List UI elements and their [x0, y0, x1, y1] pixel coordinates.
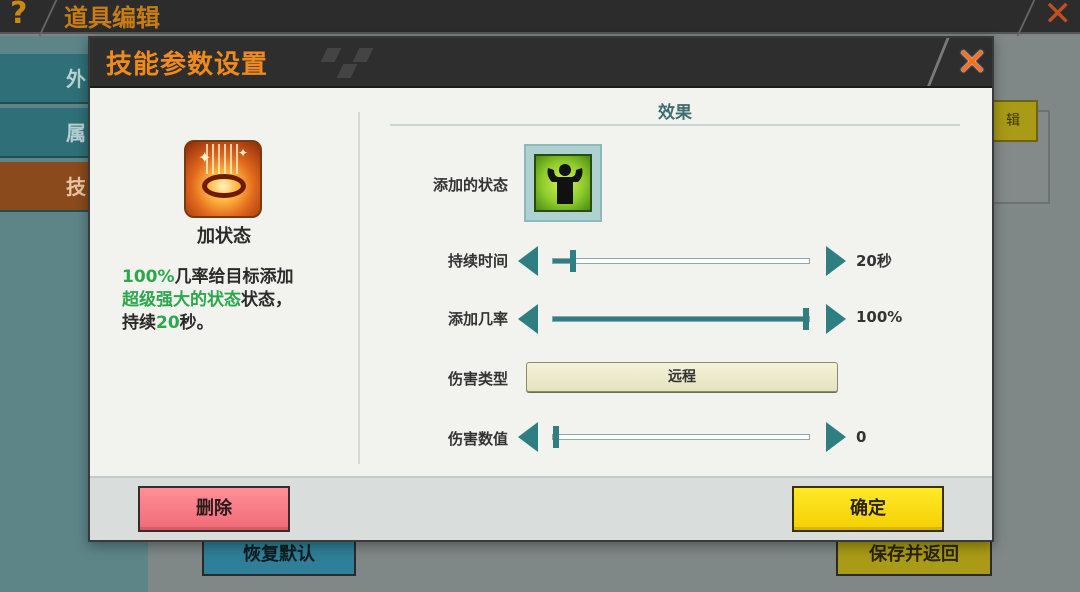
desc-text: 状态， — [241, 290, 292, 310]
desc-text: 持续 — [122, 313, 156, 333]
sidebar-tab-attributes[interactable]: 属 — [0, 108, 100, 158]
damage-value-increase-button[interactable] — [826, 422, 846, 452]
dialog-footer: 删除 确定 — [90, 476, 992, 540]
desc-status: 超级强大的状态 — [122, 290, 241, 310]
desc-text: 几率给目标添加 — [174, 267, 294, 287]
question-icon[interactable]: ? — [10, 0, 27, 31]
sparkle-icon: ✦ — [238, 146, 249, 160]
duration-value: 20秒 — [856, 252, 892, 270]
header-divider — [1014, 0, 1036, 40]
damage-type-label: 伤害类型 — [447, 370, 508, 388]
effect-section: 效果 添加的状态 持续时间 20秒 添加几率 100% 伤害类型 远程 伤害数值… — [390, 90, 960, 476]
header-divider — [36, 0, 58, 40]
header-decoration — [336, 64, 358, 78]
added-status-label: 添加的状态 — [432, 176, 508, 194]
sparkle-icon: ✦ — [198, 148, 212, 167]
header-decoration — [352, 48, 374, 62]
duration-decrease-button[interactable] — [518, 246, 538, 276]
editor-header: ? 道具编辑 ✕ — [0, 0, 1080, 40]
desc-text: 秒。 — [179, 313, 214, 333]
duration-label: 持续时间 — [447, 252, 508, 270]
confirm-button[interactable]: 确定 — [792, 486, 944, 532]
dialog-header: 技能参数设置 ✕ — [90, 38, 992, 88]
editor-title: 道具编辑 — [64, 4, 160, 32]
desc-rate: 100% — [122, 267, 175, 287]
rate-slider[interactable] — [552, 308, 810, 330]
close-icon[interactable]: ✕ — [1044, 0, 1073, 34]
damage-value-slider[interactable] — [552, 426, 810, 448]
game-screen: ? 道具编辑 ✕ 外 属 技 辑 恢复默认 保存并返回 技能参数设置 ✕ ✦ ✦… — [0, 0, 1080, 592]
sidebar-tab-skills[interactable]: 技 — [0, 162, 100, 212]
rate-decrease-button[interactable] — [518, 304, 538, 334]
added-status-selector[interactable] — [524, 144, 602, 222]
desc-duration: 20 — [156, 313, 180, 333]
sidebar-tab-appearance[interactable]: 外 — [0, 54, 100, 104]
skill-params-dialog: 技能参数设置 ✕ ✦ ✦ 加状态 100%几率给目标添加 超级强大的状态状态， — [88, 36, 994, 542]
header-divider — [923, 38, 952, 86]
rate-label: 添加几率 — [447, 310, 508, 328]
damage-value-decrease-button[interactable] — [518, 422, 538, 452]
dialog-body: ✦ ✦ 加状态 100%几率给目标添加 超级强大的状态状态， 持续20秒。 效果… — [90, 90, 992, 476]
damage-value-label: 伤害数值 — [447, 430, 508, 448]
skill-description: 100%几率给目标添加 超级强大的状态状态， 持续20秒。 — [122, 266, 342, 335]
skill-summary: ✦ ✦ 加状态 100%几率给目标添加 超级强大的状态状态， 持续20秒。 — [90, 90, 358, 476]
editor-edit-button[interactable]: 辑 — [988, 100, 1038, 142]
strong-man-silhouette — [547, 164, 583, 204]
skill-icon-ring — [202, 174, 246, 198]
damage-value-slider-thumb[interactable] — [553, 426, 559, 448]
rate-slider-thumb[interactable] — [803, 308, 809, 330]
delete-button[interactable]: 删除 — [138, 486, 290, 532]
dialog-title: 技能参数设置 — [106, 50, 269, 80]
add-status-skill-icon: ✦ ✦ — [184, 140, 262, 218]
header-decoration — [320, 48, 342, 62]
duration-slider-thumb[interactable] — [570, 250, 576, 272]
damage-type-button[interactable]: 远程 — [526, 362, 838, 392]
rate-value: 100% — [856, 308, 903, 326]
close-icon[interactable]: ✕ — [952, 40, 992, 84]
skill-name: 加状态 — [197, 226, 251, 247]
duration-slider[interactable] — [552, 250, 810, 272]
duration-increase-button[interactable] — [826, 246, 846, 276]
column-divider — [358, 112, 360, 464]
section-divider — [390, 124, 960, 126]
damage-value-value: 0 — [856, 428, 867, 446]
rate-slider-fill — [553, 317, 809, 321]
strength-buff-icon — [534, 154, 592, 212]
section-title: 效果 — [658, 103, 692, 123]
rate-increase-button[interactable] — [826, 304, 846, 334]
